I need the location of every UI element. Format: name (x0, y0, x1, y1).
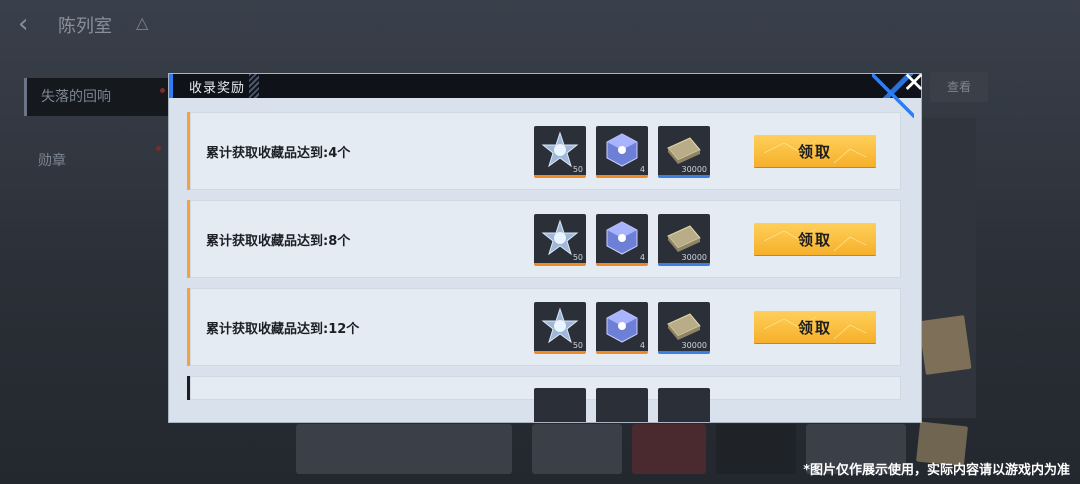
dialog-header: 收录奖励 (169, 74, 921, 98)
header-accent (169, 74, 173, 98)
background-card (532, 424, 622, 474)
background-card (296, 424, 512, 474)
paper-item-icon (918, 315, 972, 375)
collection-reward-dialog: 收录奖励 累计获取收藏品达到:4个 50 4 30000 领取 累计获取收藏品达… (168, 73, 922, 423)
reward-list[interactable]: 累计获取收藏品达到:4个 50 4 30000 领取 累计获取收藏品达到:8个 (187, 112, 901, 422)
cube-crystal-icon[interactable]: 4 (596, 302, 648, 354)
reward-quantity: 30000 (681, 341, 707, 350)
background-view-button: 查看 (930, 72, 988, 102)
cube-crystal-icon[interactable]: 4 (596, 214, 648, 266)
cash-stack-icon[interactable]: 30000 (658, 302, 710, 354)
claim-button-label: 领取 (797, 318, 832, 337)
reward-quantity: 30000 (681, 165, 707, 174)
claim-button[interactable]: 领取 (754, 135, 876, 167)
star-crystal-icon[interactable]: 50 (534, 126, 586, 178)
reward-row-label: 累计获取收藏品达到:4个 (206, 146, 351, 161)
cash-stack-icon[interactable]: 30000 (658, 126, 710, 178)
reward-row-label: 累计获取收藏品达到:8个 (206, 234, 351, 249)
cube-crystal-icon[interactable]: 4 (596, 126, 648, 178)
header-stripe-decoration (249, 74, 259, 98)
reward-quantity: 50 (572, 165, 583, 174)
dialog-title: 收录奖励 (189, 81, 246, 96)
sidebar-item-lost-echo: 失落的回响 (24, 78, 172, 116)
sidebar-item-label: 失落的回响 (41, 89, 111, 105)
close-icon[interactable]: ✕ (900, 69, 928, 98)
reward-row: 累计获取收藏品达到:12个 50 4 30000 领取 (187, 288, 901, 366)
notification-dot (156, 146, 161, 151)
claim-button-label: 领取 (797, 230, 832, 249)
reward-row: 累计获取收藏品达到:8个 50 4 30000 领取 (187, 200, 901, 278)
reward-quantity: 50 (572, 253, 583, 262)
background-card (716, 424, 796, 474)
reward-quantity: 4 (639, 341, 645, 350)
cash-stack-icon[interactable]: 30000 (658, 214, 710, 266)
notification-dot (160, 88, 165, 93)
back-arrow-icon: ‹ (18, 9, 29, 39)
claim-button[interactable]: 领取 (754, 223, 876, 255)
sidebar-item-medal: 勋章 (38, 150, 66, 170)
background-card (632, 424, 706, 474)
star-crystal-icon (534, 388, 586, 422)
reward-row-label: 累计获取收藏品达到:12个 (206, 322, 360, 337)
reward-quantity: 50 (572, 341, 583, 350)
reward-row (187, 376, 901, 422)
star-crystal-icon[interactable]: 50 (534, 214, 586, 266)
claim-button[interactable]: 领取 (754, 311, 876, 343)
warning-icon: △ (136, 13, 149, 32)
disclaimer-note: *图片仅作展示使用，实际内容请以游戏内为准 (803, 463, 1070, 478)
reward-row: 累计获取收藏品达到:4个 50 4 30000 领取 (187, 112, 901, 190)
reward-quantity: 30000 (681, 253, 707, 262)
sidebar-item-label: 勋章 (38, 153, 66, 169)
reward-quantity: 4 (639, 165, 645, 174)
reward-quantity: 4 (639, 253, 645, 262)
claim-button-label: 领取 (797, 142, 832, 161)
star-crystal-icon[interactable]: 50 (534, 302, 586, 354)
cube-crystal-icon (596, 388, 648, 422)
background-title: 陈列室 (58, 16, 112, 37)
cash-stack-icon (658, 388, 710, 422)
